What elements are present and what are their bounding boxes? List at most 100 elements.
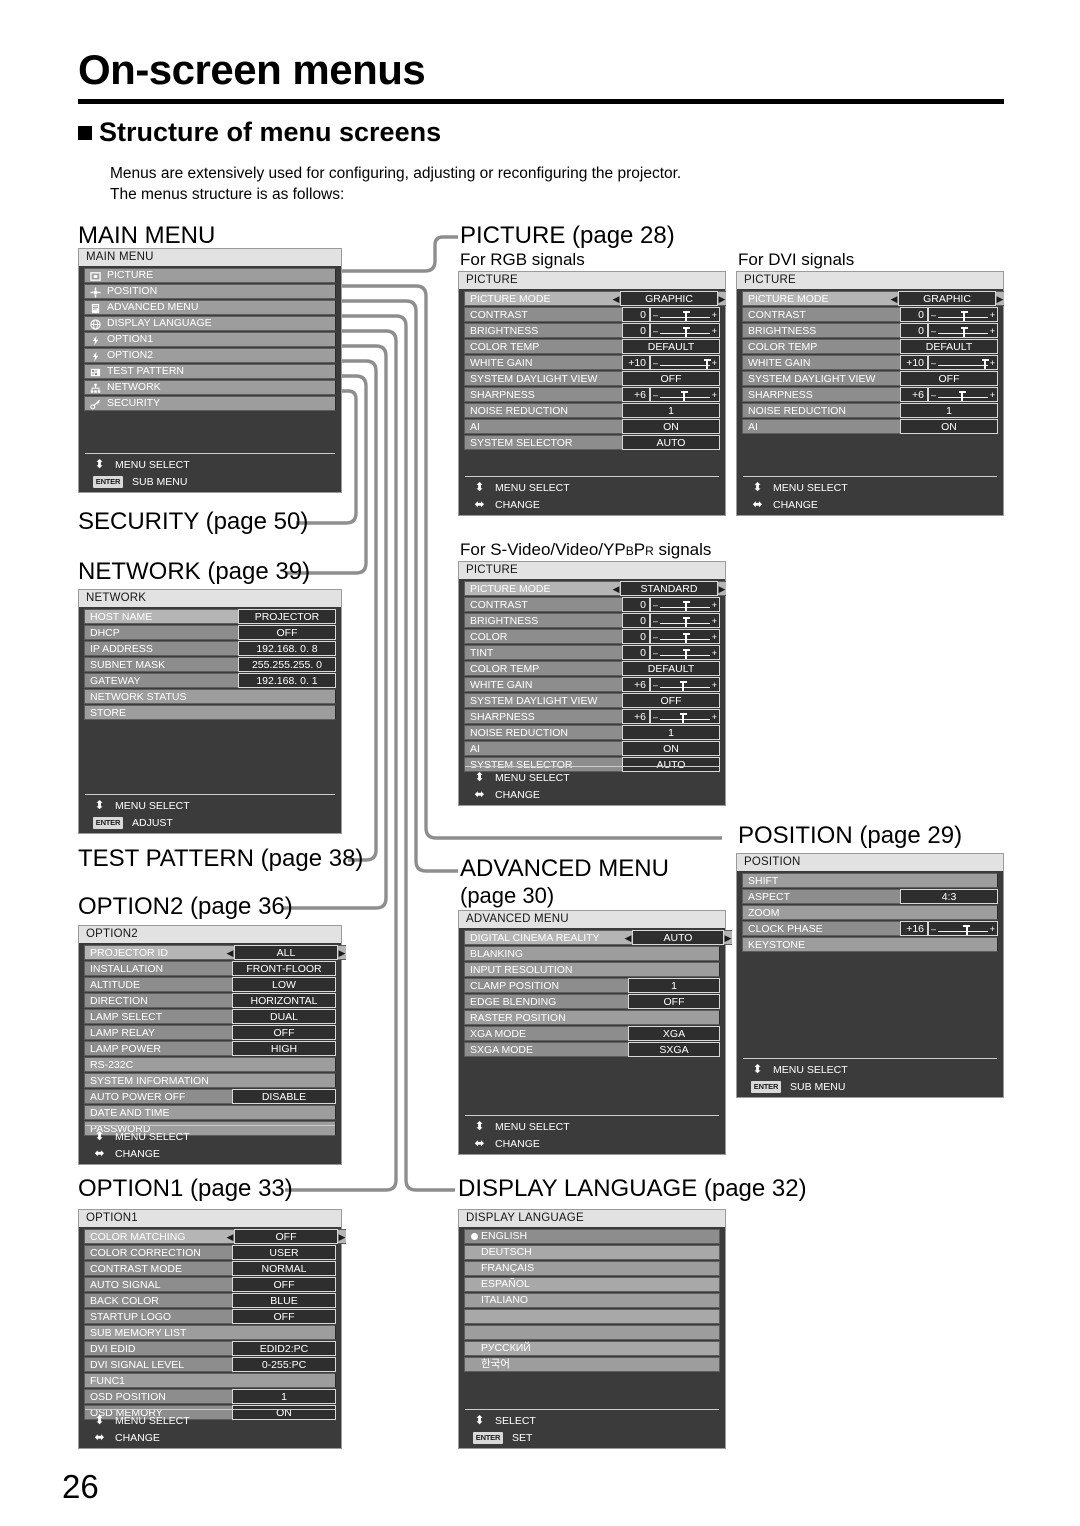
menu-row-value[interactable]: HIGH xyxy=(232,1041,336,1056)
menu-row[interactable]: RS-232C xyxy=(84,1057,336,1072)
menu-row-value[interactable]: OFF xyxy=(900,371,998,386)
slider-knob[interactable] xyxy=(984,360,986,369)
sidebar-item-security[interactable]: SECURITY xyxy=(84,396,336,411)
language-option[interactable] xyxy=(464,1325,720,1340)
menu-row-value[interactable]: DISABLE xyxy=(232,1089,336,1104)
slider-knob[interactable] xyxy=(961,392,963,401)
menu-row[interactable]: ASPECT 4:3 xyxy=(742,889,998,904)
menu-row[interactable]: OSD POSITION 1 xyxy=(84,1389,336,1404)
menu-row[interactable]: NETWORK STATUS xyxy=(84,689,336,704)
slider-knob[interactable] xyxy=(963,328,965,337)
menu-row[interactable]: CONTRAST 0– + xyxy=(464,597,720,612)
language-option[interactable]: РУССКИЙ xyxy=(464,1341,720,1356)
menu-row-value[interactable]: +10 xyxy=(622,355,650,370)
slider-control[interactable]: – + xyxy=(650,613,720,628)
menu-row[interactable]: DVI SIGNAL LEVEL 0-255:PC xyxy=(84,1357,336,1372)
cycle-left-arrow-icon[interactable]: ◀ xyxy=(612,291,620,306)
slider-control[interactable]: – + xyxy=(928,921,998,936)
menu-row[interactable]: PICTURE MODE ◀ STANDARD ▶ xyxy=(464,581,726,596)
cycle-right-arrow-icon[interactable]: ▶ xyxy=(718,291,726,306)
slider-knob[interactable] xyxy=(685,312,687,321)
menu-row[interactable]: SUB MEMORY LIST xyxy=(84,1325,336,1340)
slider-control[interactable]: – + xyxy=(650,387,720,402)
menu-row-value[interactable]: 0 xyxy=(900,307,928,322)
sidebar-item-display-language[interactable]: DISPLAY LANGUAGE xyxy=(84,316,336,331)
cycle-left-arrow-icon[interactable]: ◀ xyxy=(890,291,898,306)
cycle-right-arrow-icon[interactable]: ▶ xyxy=(996,291,1004,306)
slider-control[interactable]: – + xyxy=(928,387,998,402)
menu-row-value[interactable]: 0-255:PC xyxy=(232,1357,336,1372)
menu-row[interactable]: SYSTEM DAYLIGHT VIEW OFF xyxy=(742,371,998,386)
menu-row[interactable]: LAMP RELAY OFF xyxy=(84,1025,336,1040)
menu-row[interactable]: SYSTEM SELECTOR AUTO xyxy=(464,435,720,450)
menu-row-value[interactable]: 192.168. 0. 1 xyxy=(238,673,336,688)
menu-row[interactable]: NOISE REDUCTION 1 xyxy=(464,403,720,418)
menu-row-value[interactable]: 0 xyxy=(622,323,650,338)
menu-row[interactable]: FUNC1 xyxy=(84,1373,336,1388)
menu-row[interactable]: INPUT RESOLUTION xyxy=(464,962,720,977)
menu-row-value[interactable]: 0 xyxy=(900,323,928,338)
slider-control[interactable]: – + xyxy=(650,597,720,612)
menu-row-value[interactable]: NORMAL xyxy=(232,1261,336,1276)
menu-row[interactable]: SHIFT xyxy=(742,873,998,888)
language-option[interactable]: FRANÇAIS xyxy=(464,1261,720,1276)
slider-knob[interactable] xyxy=(965,926,968,935)
slider-control[interactable]: – + xyxy=(650,645,720,660)
menu-row-value[interactable]: 1 xyxy=(900,403,998,418)
menu-row-value[interactable]: 0 xyxy=(622,629,650,644)
slider-control[interactable]: – + xyxy=(650,355,720,370)
menu-row-value[interactable]: 1 xyxy=(232,1389,336,1404)
menu-row-value[interactable]: STANDARD xyxy=(620,581,718,596)
slider-knob[interactable] xyxy=(706,360,708,369)
menu-row-value[interactable]: ON xyxy=(900,419,998,434)
menu-row[interactable]: PROJECTOR ID ◀ ALL ▶ xyxy=(84,945,346,960)
menu-row[interactable]: AI ON xyxy=(464,741,720,756)
slider-control[interactable]: – + xyxy=(650,709,720,724)
menu-row[interactable]: COLOR TEMP DEFAULT xyxy=(464,339,720,354)
menu-row-value[interactable]: +6 xyxy=(900,387,928,402)
menu-row-value[interactable]: +6 xyxy=(622,677,650,692)
language-option[interactable]: ENGLISH xyxy=(464,1229,720,1244)
menu-row-value[interactable]: 192.168. 0. 8 xyxy=(238,641,336,656)
menu-row-value[interactable]: 4:3 xyxy=(900,889,998,904)
slider-control[interactable]: – + xyxy=(650,323,720,338)
menu-row-value[interactable]: AUTO xyxy=(632,930,724,945)
menu-row[interactable]: HOST NAME PROJECTOR xyxy=(84,609,336,624)
sidebar-item-option1[interactable]: OPTION1 xyxy=(84,332,336,347)
slider-knob[interactable] xyxy=(685,602,687,611)
menu-row[interactable]: PICTURE MODE ◀ GRAPHIC ▶ xyxy=(742,291,1004,306)
menu-row-value[interactable]: 0 xyxy=(622,645,650,660)
menu-row[interactable]: WHITE GAIN +6– + xyxy=(464,677,720,692)
cycle-left-arrow-icon[interactable]: ◀ xyxy=(612,581,620,596)
menu-row-value[interactable]: 1 xyxy=(622,725,720,740)
menu-row-value[interactable]: +16 xyxy=(900,921,928,936)
menu-row-value[interactable]: OFF xyxy=(238,625,336,640)
cycle-right-arrow-icon[interactable]: ▶ xyxy=(718,581,726,596)
slider-knob[interactable] xyxy=(683,392,685,401)
menu-row-value[interactable]: GRAPHIC xyxy=(898,291,996,306)
language-option[interactable]: ITALIANO xyxy=(464,1293,720,1308)
slider-control[interactable]: – + xyxy=(650,677,720,692)
menu-row[interactable]: RASTER POSITION xyxy=(464,1010,720,1025)
menu-row[interactable]: STORE xyxy=(84,705,336,720)
menu-row-value[interactable]: SXGA xyxy=(628,1042,720,1057)
language-option[interactable]: 한국어 xyxy=(464,1357,720,1372)
menu-row[interactable]: SYSTEM DAYLIGHT VIEW OFF xyxy=(464,693,720,708)
menu-row[interactable]: DVI EDID EDID2:PC xyxy=(84,1341,336,1356)
menu-row-value[interactable]: OFF xyxy=(232,1309,336,1324)
slider-knob[interactable] xyxy=(963,312,965,321)
slider-knob[interactable] xyxy=(685,634,687,643)
menu-row-value[interactable]: BLUE xyxy=(232,1293,336,1308)
menu-row[interactable]: CONTRAST 0– + xyxy=(742,307,998,322)
menu-row[interactable]: DATE AND TIME xyxy=(84,1105,336,1120)
slider-knob[interactable] xyxy=(685,618,687,627)
menu-row-value[interactable]: 1 xyxy=(622,403,720,418)
menu-row[interactable]: WHITE GAIN +10– + xyxy=(464,355,720,370)
menu-row[interactable]: AI ON xyxy=(742,419,998,434)
cycle-left-arrow-icon[interactable]: ◀ xyxy=(624,930,632,945)
sidebar-item-test-pattern[interactable]: TEST PATTERN xyxy=(84,364,336,379)
menu-row[interactable]: COLOR TEMP DEFAULT xyxy=(742,339,998,354)
menu-row[interactable]: EDGE BLENDING OFF xyxy=(464,994,720,1009)
sidebar-item-position[interactable]: POSITION xyxy=(84,284,336,299)
menu-row-value[interactable]: ON xyxy=(622,419,720,434)
